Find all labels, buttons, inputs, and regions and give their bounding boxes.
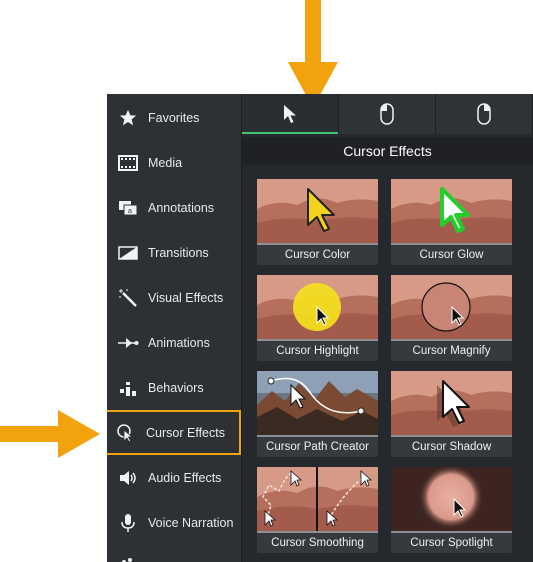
svg-text:a: a — [128, 208, 132, 215]
effects-panel: Cursor Effects Cursor Color Cursor Glow … — [242, 94, 533, 562]
sidebar-item-more[interactable] — [107, 549, 241, 562]
star-icon — [117, 108, 139, 128]
callout-arrow-down-icon — [288, 0, 338, 108]
effect-cursor-path-creator[interactable]: Cursor Path Creator — [257, 371, 378, 457]
right-click-mouse-icon — [477, 103, 491, 125]
annotation-icon: a — [117, 198, 139, 218]
effect-label: Cursor Glow — [419, 249, 484, 261]
effect-label: Cursor Shadow — [411, 441, 492, 453]
callout-arrow-right-icon — [0, 410, 100, 458]
effect-cursor-spotlight[interactable]: Cursor Spotlight — [391, 467, 512, 553]
more-icon — [117, 549, 139, 562]
sidebar-item-visual-effects[interactable]: Visual Effects — [107, 275, 241, 320]
effect-cursor-highlight[interactable]: Cursor Highlight — [257, 275, 378, 361]
effect-cursor-color[interactable]: Cursor Color — [257, 179, 378, 265]
microphone-icon — [117, 513, 139, 533]
effect-thumbnail — [391, 467, 512, 531]
effect-thumbnail — [257, 467, 378, 531]
transition-icon — [117, 243, 139, 263]
sidebar-item-label: Annotations — [148, 200, 215, 215]
effect-cursor-smoothing[interactable]: Cursor Smoothing — [257, 467, 378, 553]
film-icon — [117, 153, 139, 173]
sidebar-item-cursor-effects[interactable]: Cursor Effects — [107, 410, 241, 455]
sidebar-item-voice-narration[interactable]: Voice Narration — [107, 500, 241, 545]
effect-cursor-magnify[interactable]: Cursor Magnify — [391, 275, 512, 361]
sidebar-item-label: Voice Narration — [148, 515, 234, 530]
sidebar-item-animations[interactable]: Animations — [107, 320, 241, 365]
sidebar-item-media[interactable]: Media — [107, 140, 241, 185]
cursor-arrow-icon — [284, 105, 296, 123]
tab-left-click[interactable] — [339, 94, 436, 134]
magic-wand-icon — [117, 288, 139, 308]
sidebar-item-label: Media — [148, 155, 183, 170]
tab-right-click[interactable] — [436, 94, 533, 134]
cursor-effects-icon — [115, 423, 137, 443]
sidebar-item-label: Audio Effects — [148, 470, 222, 485]
effect-label: Cursor Magnify — [412, 345, 491, 357]
effect-label: Cursor Path Creator — [266, 441, 369, 453]
sidebar-item-label: Animations — [148, 335, 210, 350]
sidebar-item-label: Favorites — [148, 110, 200, 125]
effect-cursor-shadow[interactable]: Cursor Shadow — [391, 371, 512, 457]
sidebar-item-favorites[interactable]: Favorites — [107, 95, 241, 140]
effect-thumbnail — [257, 179, 378, 243]
sidebar-item-label: Transitions — [148, 245, 209, 260]
sidebar-item-transitions[interactable]: Transitions — [107, 230, 241, 275]
left-click-mouse-icon — [380, 103, 394, 125]
camtasia-library-panel: Favorites Media a Annotations Transition… — [107, 94, 533, 562]
effect-thumbnail — [391, 275, 512, 339]
effect-thumbnail — [257, 371, 378, 435]
cursor-tabs — [242, 94, 533, 134]
effect-thumbnail — [391, 371, 512, 435]
effect-cursor-glow[interactable]: Cursor Glow — [391, 179, 512, 265]
sidebar-item-label: Cursor Effects — [146, 425, 225, 440]
effect-label: Cursor Highlight — [276, 345, 359, 357]
sidebar-item-annotations[interactable]: a Annotations — [107, 185, 241, 230]
sidebar-item-label: Behaviors — [148, 380, 204, 395]
section-title: Cursor Effects — [242, 137, 533, 165]
effect-label: Cursor Spotlight — [410, 537, 493, 549]
animation-arrow-icon — [117, 333, 139, 353]
sidebar-item-label: Visual Effects — [148, 290, 224, 305]
sidebar-item-audio-effects[interactable]: Audio Effects — [107, 455, 241, 500]
speaker-icon — [117, 468, 139, 488]
sidebar-item-behaviors[interactable]: Behaviors — [107, 365, 241, 410]
tab-cursor[interactable] — [242, 94, 339, 134]
effect-thumbnail — [391, 179, 512, 243]
effect-label: Cursor Color — [284, 249, 351, 261]
behaviors-icon — [117, 378, 139, 398]
effect-thumbnail — [257, 275, 378, 339]
sidebar: Favorites Media a Annotations Transition… — [107, 94, 242, 562]
effect-label: Cursor Smoothing — [271, 537, 364, 549]
